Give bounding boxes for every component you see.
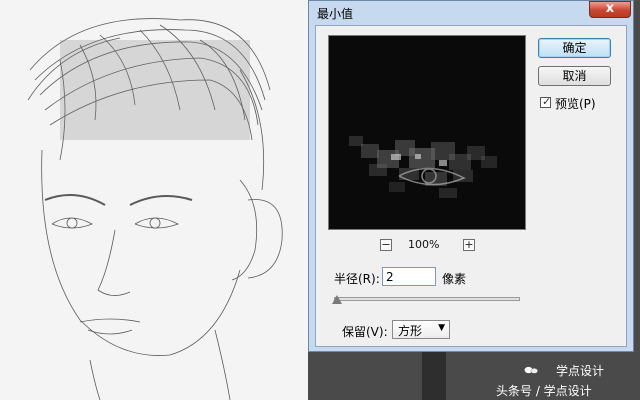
preserve-selected-value: 方形 (398, 324, 423, 338)
cancel-button[interactable]: 取消 (538, 66, 611, 86)
preview-checkbox-label[interactable]: 预览(P) (555, 95, 596, 112)
radius-label: 半径(R): (334, 272, 380, 286)
preview-image (349, 136, 497, 198)
radius-input[interactable] (382, 267, 436, 286)
zoom-out-button[interactable]: − (380, 239, 392, 251)
watermark-source-line: 头条号 / 学点设计 (496, 384, 592, 398)
dialog-title: 最小值 (317, 7, 354, 21)
radius-unit-label: 像素 (442, 272, 467, 286)
zoom-level: 100% (408, 238, 440, 251)
sketch-portrait-image (27, 18, 283, 400)
zoom-in-button[interactable]: + (463, 239, 475, 251)
preview-pane[interactable] (328, 35, 526, 230)
preserve-dropdown[interactable]: 方形 ▼ (392, 320, 450, 339)
workspace-strip (422, 352, 446, 400)
preserve-label: 保留(V): (342, 325, 388, 339)
watermark-name: 学点设计 (556, 364, 605, 378)
close-button[interactable]: x (589, 1, 631, 18)
radius-slider-thumb[interactable] (332, 295, 342, 304)
minimum-filter-dialog: 最小值 x − 100% + 确定 取消 ✓ 预览(P) 半径(R): 2 像素… (308, 0, 634, 352)
sketch-canvas (0, 0, 308, 400)
close-icon: x (605, 1, 615, 16)
ok-button[interactable]: 确定 (538, 38, 611, 58)
checkmark-icon: ✓ (542, 95, 552, 108)
wechat-icon (524, 366, 538, 374)
dialog-client-area: − 100% + 确定 取消 ✓ 预览(P) 半径(R): 像素 保留(V): … (315, 25, 627, 347)
radius-slider-track[interactable] (334, 297, 520, 301)
dialog-titlebar[interactable]: 最小值 x (309, 1, 633, 23)
chevron-down-icon: ▼ (438, 323, 445, 333)
preview-checkbox[interactable]: ✓ (540, 95, 552, 108)
